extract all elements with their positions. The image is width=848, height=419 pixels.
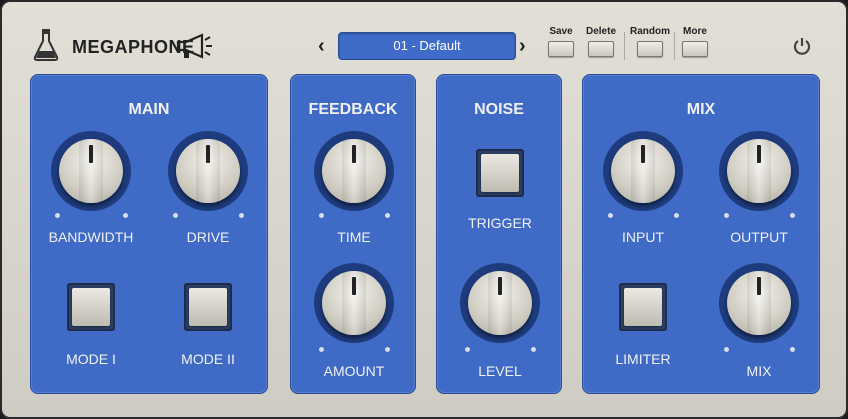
delete-button[interactable]: Delete [586, 26, 616, 57]
random-button[interactable]: Random [630, 26, 670, 57]
knob-min-dot [173, 213, 178, 218]
knob-min-dot [724, 347, 729, 352]
panel-feedback: FEEDBACK TIME AMOUNT [290, 74, 416, 394]
input-label: INPUT [622, 229, 664, 245]
knob-min-dot [319, 347, 324, 352]
knob-pointer [757, 277, 761, 295]
button-face [189, 288, 227, 326]
save-label: Save [549, 26, 573, 37]
amount-label: AMOUNT [323, 363, 385, 379]
limiter-button[interactable] [619, 283, 667, 331]
panel-title: MIX [686, 101, 716, 118]
knob-pointer [352, 145, 356, 163]
panel-mix: MIX INPUT OUTPUT LIMITER MIX [582, 74, 820, 394]
more-label: More [683, 26, 707, 37]
more-button[interactable]: More [682, 26, 708, 57]
knob-pointer [757, 145, 761, 163]
amount-knob[interactable] [314, 263, 394, 343]
knob-max-dot [790, 347, 795, 352]
button-face [624, 288, 662, 326]
knob-max-dot [531, 347, 536, 352]
knob-min-dot [724, 213, 729, 218]
delete-label: Delete [586, 26, 617, 37]
trigger-button[interactable] [476, 149, 524, 197]
knob-min-dot [319, 213, 324, 218]
limiter-label: LIMITER [615, 351, 671, 367]
more-button-cap[interactable] [682, 41, 708, 57]
knob-pointer [206, 145, 210, 163]
level-label: LEVEL [478, 363, 522, 379]
knob-max-dot [385, 347, 390, 352]
mode2-button[interactable] [184, 283, 232, 331]
delete-button-cap[interactable] [588, 41, 614, 57]
toolbar-divider [624, 32, 625, 60]
input-knob[interactable] [603, 131, 683, 211]
mix-knob[interactable] [719, 263, 799, 343]
knob-max-dot [123, 213, 128, 218]
knob-min-dot [465, 347, 470, 352]
button-face [481, 154, 519, 192]
panel-title: MAIN [128, 101, 170, 118]
trigger-label: TRIGGER [468, 215, 532, 231]
knob-min-dot [55, 213, 60, 218]
time-label: TIME [337, 229, 371, 245]
random-label: Random [630, 26, 670, 37]
panel-main: MAIN BANDWIDTH DRIVE MODE I MODE II [30, 74, 268, 394]
bandwidth-knob[interactable] [51, 131, 131, 211]
panel-noise: NOISE TRIGGER LEVEL [436, 74, 562, 394]
button-face [72, 288, 110, 326]
mode1-label: MODE I [66, 351, 116, 367]
knob-pointer [498, 277, 502, 295]
mode2-label: MODE II [181, 351, 235, 367]
knob-max-dot [385, 213, 390, 218]
knob-pointer [641, 145, 645, 163]
preset-display[interactable]: 01 - Default [338, 32, 516, 60]
mode1-button[interactable] [67, 283, 115, 331]
knob-max-dot [239, 213, 244, 218]
panel-title: NOISE [474, 101, 524, 118]
panel-title: FEEDBACK [308, 101, 398, 118]
output-label: OUTPUT [730, 229, 788, 245]
preset-prev-button[interactable]: ‹ [318, 35, 325, 58]
megaphone-icon [176, 33, 212, 59]
save-button-cap[interactable] [548, 41, 574, 57]
knob-pointer [89, 145, 93, 163]
bandwidth-label: BANDWIDTH [48, 229, 134, 245]
power-icon[interactable] [792, 36, 812, 56]
knob-max-dot [674, 213, 679, 218]
plugin-window: MEGAPHONE ‹ 01 - Default › Save Delete R… [0, 0, 848, 419]
random-button-cap[interactable] [637, 41, 663, 57]
toolbar-divider [674, 32, 675, 60]
drive-knob[interactable] [168, 131, 248, 211]
drive-label: DRIVE [186, 229, 230, 245]
level-knob[interactable] [460, 263, 540, 343]
flask-icon [33, 29, 59, 61]
knob-max-dot [790, 213, 795, 218]
preset-next-button[interactable]: › [519, 35, 526, 58]
save-button[interactable]: Save [548, 26, 574, 57]
knob-min-dot [608, 213, 613, 218]
time-knob[interactable] [314, 131, 394, 211]
knob-pointer [352, 277, 356, 295]
output-knob[interactable] [719, 131, 799, 211]
mix-label: MIX [746, 363, 772, 379]
